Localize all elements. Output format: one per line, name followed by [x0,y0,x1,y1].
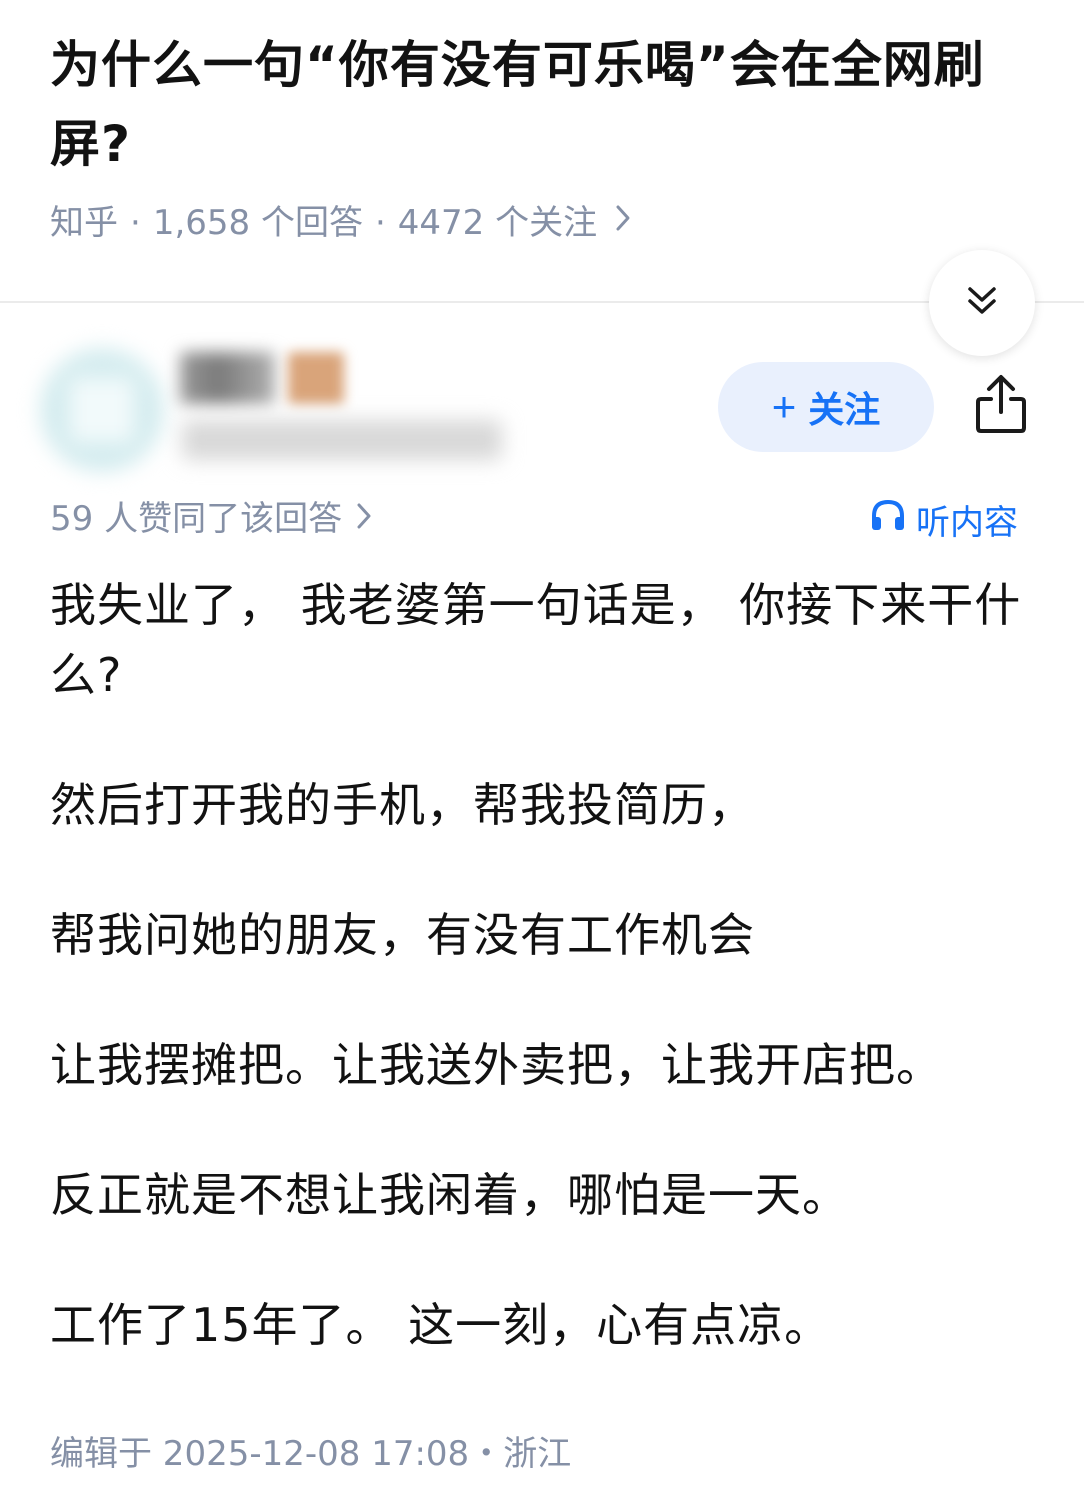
meta-separator: · [374,203,386,243]
answers-count: 1,658 个回答 [152,203,363,243]
follow-button[interactable]: + 关注 [718,362,934,452]
answer-paragraph: 工作了15年了。 这一刻，心有点凉。 [50,1298,832,1352]
source-label: 知乎 [50,203,118,243]
author-avatar[interactable] [40,348,164,472]
headphones-icon [870,498,906,541]
collapse-button[interactable] [929,250,1035,356]
listen-button[interactable]: 听内容 [870,494,1018,544]
share-icon [973,372,1029,440]
plus-icon: + [771,383,797,430]
upvote-summary[interactable]: 59 人赞同了该回答 [50,494,372,544]
follow-label: 关注 [808,389,881,430]
answer-paragraph: 我失业了， 我老婆第一句话是， 你接下来干什么? [50,578,1022,702]
double-chevron-down-icon [964,283,1000,323]
answer-paragraph: 帮我问她的朋友，有没有工作机会 [50,908,755,962]
meta-separator: · [130,203,141,243]
followers-count: 4472 个关注 [397,203,598,243]
upvote-text: 59 人赞同了该回答 [50,499,343,539]
question-meta[interactable]: 知乎 · 1,658 个回答 · 4472 个关注 [50,198,631,248]
answer-content: 我失业了， 我老婆第一句话是， 你接下来干什么? 然后打开我的手机，帮我投简历，… [50,570,1040,1360]
author-bio-redacted [182,420,502,460]
answer-paragraph: 让我摆摊把。让我送外卖把，让我开店把。 [50,1038,943,1092]
section-divider [0,301,1084,303]
chevron-right-icon [356,494,372,544]
listen-label: 听内容 [916,502,1018,543]
answer-paragraph: 反正就是不想让我闲着，哪怕是一天。 [50,1168,849,1222]
chevron-right-icon [615,198,631,248]
answer-paragraph: 然后打开我的手机，帮我投简历， [50,778,755,832]
author-badge-redacted [288,352,344,404]
question-title[interactable]: 为什么一句“你有没有可乐喝”会在全网刷屏? [50,26,1040,184]
edited-timestamp: 编辑于 2025-12-08 17:08・浙江 [50,1434,572,1474]
share-button[interactable] [965,370,1037,442]
author-name-redacted[interactable] [180,352,275,404]
